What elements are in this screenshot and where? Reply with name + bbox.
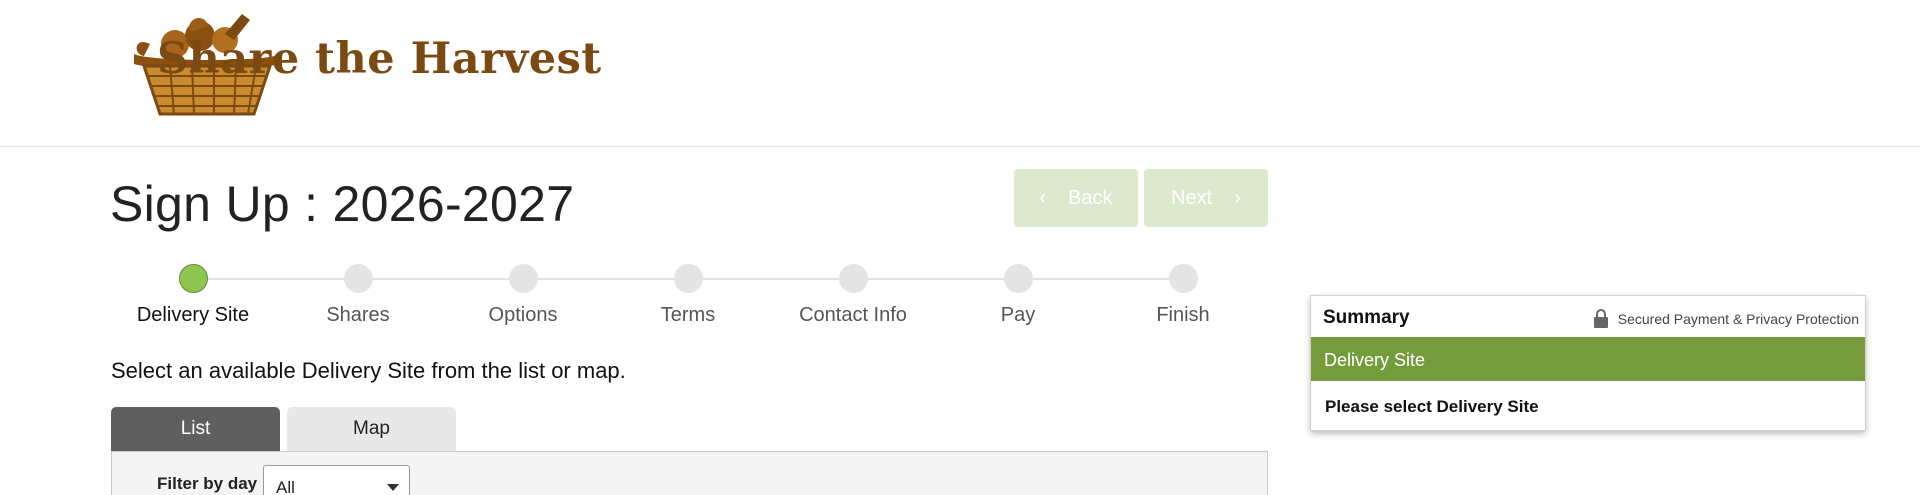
tab-map[interactable]: Map: [287, 407, 456, 451]
filter-by-day-label: Filter by day: [157, 474, 258, 493]
step-delivery-site[interactable]: Delivery Site: [103, 264, 283, 327]
summary-header: Summary Secured Payment & Privacy Protec…: [1311, 296, 1865, 337]
dropdown-arrow-icon: [387, 484, 399, 491]
filter-selected-value: All: [276, 478, 295, 495]
step-dot-active: [178, 264, 208, 293]
step-label: Pay: [1000, 304, 1036, 326]
step-label: Shares: [326, 304, 390, 326]
site-header: Share the Harvest: [0, 0, 1920, 147]
delivery-site-list-panel: Filter by day All: [111, 451, 1268, 495]
step-shares[interactable]: Shares: [268, 264, 448, 327]
back-button-label: Back: [1068, 186, 1113, 209]
chevron-left-icon: ‹: [1039, 186, 1047, 209]
page-title: Sign Up : 2026-2027: [110, 176, 575, 232]
tab-list[interactable]: List: [111, 407, 280, 451]
next-button-label: Next: [1171, 186, 1213, 209]
step-finish[interactable]: Finish: [1093, 264, 1273, 327]
summary-section-delivery-site: Delivery Site: [1311, 337, 1865, 381]
chevron-right-icon: ›: [1234, 186, 1241, 209]
instruction-text: Select an available Delivery Site from t…: [111, 358, 626, 383]
filter-by-day-select[interactable]: All: [263, 465, 410, 495]
step-label: Terms: [660, 304, 716, 326]
step-terms[interactable]: Terms: [598, 264, 778, 327]
secure-payment-text: Secured Payment & Privacy Protection: [1617, 310, 1859, 327]
step-label: Delivery Site: [136, 304, 250, 326]
step-label: Finish: [1156, 304, 1210, 326]
step-dot: [838, 264, 868, 293]
secure-payment-notice: Secured Payment & Privacy Protection: [1593, 309, 1859, 328]
summary-title: Summary: [1323, 307, 1410, 328]
step-options[interactable]: Options: [433, 264, 613, 327]
brand-name: Share the Harvest: [157, 34, 602, 84]
step-dot: [343, 264, 373, 293]
step-dot: [508, 264, 538, 293]
summary-empty-message: Please select Delivery Site: [1325, 397, 1539, 416]
step-dot: [1003, 264, 1033, 293]
step-dot: [673, 264, 703, 293]
lock-icon: [1593, 309, 1608, 328]
step-label: Options: [488, 304, 558, 326]
step-dot: [1168, 264, 1198, 293]
summary-panel: Summary Secured Payment & Privacy Protec…: [1310, 295, 1866, 431]
next-button[interactable]: Next ›: [1144, 169, 1268, 227]
step-contact-info[interactable]: Contact Info: [763, 264, 943, 327]
back-button[interactable]: ‹ Back: [1014, 169, 1138, 227]
step-pay[interactable]: Pay: [928, 264, 1108, 327]
step-label: Contact Info: [799, 304, 907, 326]
